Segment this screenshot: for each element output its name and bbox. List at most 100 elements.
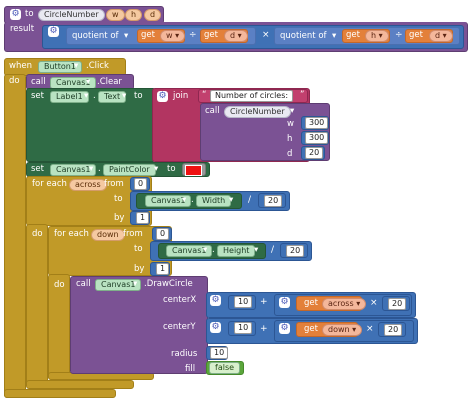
clear-method-name: .Clear — [97, 77, 122, 87]
set-label-component-dropdown[interactable]: Label1 — [50, 91, 89, 103]
fill-boolean-dropdown[interactable]: false — [209, 362, 241, 374]
quotient-label-left[interactable]: quotient of — [72, 31, 119, 42]
arg-label-d: d — [287, 149, 293, 159]
dropdown-arrow-icon[interactable]: ▾ — [229, 195, 233, 206]
dropdown-arrow-icon[interactable]: ▾ — [84, 91, 88, 102]
join-keyword: join — [173, 91, 189, 101]
height-property-dropdown[interactable]: Height — [217, 245, 256, 257]
centery-mult-value[interactable]: 20 — [384, 324, 403, 336]
inner-by-value[interactable]: 1 — [156, 263, 170, 275]
param-d[interactable]: d — [144, 9, 162, 21]
for-each-keyword: for each — [32, 179, 67, 189]
plus-symbol: + — [260, 297, 268, 307]
centery-multiply-gear-icon[interactable]: ⚙ — [279, 323, 290, 334]
call-keyword: call — [205, 106, 220, 116]
procedure-to-keyword: to — [25, 9, 34, 19]
centery-offset-value[interactable]: 10 — [234, 322, 253, 334]
times-symbol: × — [366, 324, 374, 334]
arg-label-w: w — [287, 119, 294, 129]
number-value-h[interactable]: 300 — [305, 132, 329, 144]
get-across-var[interactable]: across ▾ — [322, 298, 367, 310]
outer-by-value[interactable]: 1 — [136, 212, 150, 224]
dropdown-arrow-icon[interactable]: ▾ — [154, 164, 158, 175]
procedure-name-dropdown[interactable]: CircleNumber — [224, 106, 291, 118]
param-w[interactable]: w — [106, 9, 125, 21]
dropdown-arrow-icon[interactable]: ▾ — [122, 91, 126, 102]
get-label: get — [409, 30, 423, 40]
dropdown-arrow-icon[interactable]: ▾ — [89, 164, 93, 175]
to-keyword: to — [134, 91, 143, 101]
for-each-keyword: for each — [54, 229, 89, 239]
get-d-var[interactable]: d ▾ — [224, 30, 248, 42]
to-keyword: to — [167, 164, 176, 174]
inner-loop-variable[interactable]: down — [91, 229, 125, 241]
centerx-add-gear-icon[interactable]: ⚙ — [210, 295, 221, 306]
centerx-offset-value[interactable]: 10 — [234, 296, 253, 308]
dropdown-arrow-icon[interactable]: ▾ — [124, 31, 128, 42]
set-keyword: set — [31, 91, 44, 101]
centery-label: centerY — [163, 322, 196, 332]
event-name: .Click — [86, 61, 109, 71]
when-keyword: when — [9, 61, 32, 71]
set-keyword: set — [31, 164, 44, 174]
centerx-multiply-gear-icon[interactable]: ⚙ — [279, 297, 290, 308]
procedure-name-field[interactable]: CircleNumber — [38, 9, 105, 21]
outer-loop-variable[interactable]: across — [69, 179, 107, 191]
arg-label-h: h — [287, 134, 293, 144]
dropdown-arrow-icon[interactable]: ▾ — [182, 195, 186, 206]
outer-from-value[interactable]: 0 — [134, 178, 148, 190]
to-keyword: to — [134, 244, 143, 254]
do-keyword: do — [54, 280, 65, 290]
dropdown-arrow-icon[interactable]: ▾ — [74, 61, 78, 72]
outer-divisor-value[interactable]: 20 — [264, 195, 283, 207]
divide-symbol: ÷ — [395, 30, 403, 40]
join-string-field[interactable]: Number of circles: — [210, 90, 294, 102]
number-value-d[interactable]: 20 — [305, 147, 324, 159]
dropdown-arrow-icon[interactable]: ▾ — [290, 106, 294, 117]
radius-value[interactable]: 10 — [210, 347, 229, 359]
dot-separator: . — [93, 91, 96, 101]
inner-divisor-value[interactable]: 20 — [286, 245, 305, 257]
quotient-label-right[interactable]: quotient of — [280, 31, 327, 42]
event-bottom-cap — [4, 389, 116, 398]
red-color-swatch[interactable] — [185, 165, 202, 176]
param-h[interactable]: h — [125, 9, 143, 21]
outer-loop-rail — [26, 224, 48, 388]
join-gear-icon[interactable]: ⚙ — [157, 91, 168, 102]
multiply-gear-icon[interactable]: ⚙ — [48, 26, 59, 37]
close-quote-icon: ” — [300, 90, 305, 100]
mutator-gear-icon[interactable]: ⚙ — [10, 9, 21, 20]
get-label: get — [304, 298, 318, 308]
from-keyword: from — [123, 229, 143, 239]
by-keyword: by — [114, 213, 125, 223]
dot-separator: . — [212, 245, 215, 255]
paint-property-dropdown[interactable]: PaintColor — [103, 164, 156, 176]
get-w-var[interactable]: w ▾ — [160, 30, 186, 42]
times-symbol: × — [370, 298, 378, 308]
dropdown-arrow-icon[interactable]: ▾ — [133, 279, 137, 290]
get-d-var[interactable]: d ▾ — [429, 30, 453, 42]
centery-add-gear-icon[interactable]: ⚙ — [210, 322, 221, 333]
call-keyword: call — [31, 77, 46, 87]
outer-loop-bottom-cap — [26, 380, 134, 389]
number-value-w[interactable]: 300 — [305, 117, 329, 129]
do-keyword: do — [9, 76, 20, 86]
dropdown-arrow-icon[interactable]: ▾ — [86, 77, 90, 88]
get-label: get — [346, 30, 360, 40]
dropdown-arrow-icon[interactable]: ▾ — [203, 245, 207, 256]
get-down-var[interactable]: down ▾ — [322, 324, 363, 336]
dropdown-arrow-icon[interactable]: ▾ — [332, 31, 336, 42]
to-keyword: to — [114, 194, 123, 204]
centerx-mult-value[interactable]: 20 — [388, 298, 407, 310]
dropdown-arrow-icon[interactable]: ▾ — [254, 245, 258, 256]
divide-symbol: ÷ — [189, 30, 197, 40]
get-h-var[interactable]: h ▾ — [365, 30, 389, 42]
fill-label: fill — [185, 364, 196, 374]
get-label: get — [304, 324, 318, 334]
times-symbol: × — [262, 30, 270, 40]
width-property-dropdown[interactable]: Width — [196, 195, 232, 207]
inner-from-value[interactable]: 0 — [156, 228, 170, 240]
divide-symbol: / — [248, 195, 252, 205]
centerx-label: centerX — [163, 295, 197, 305]
by-keyword: by — [134, 264, 145, 274]
